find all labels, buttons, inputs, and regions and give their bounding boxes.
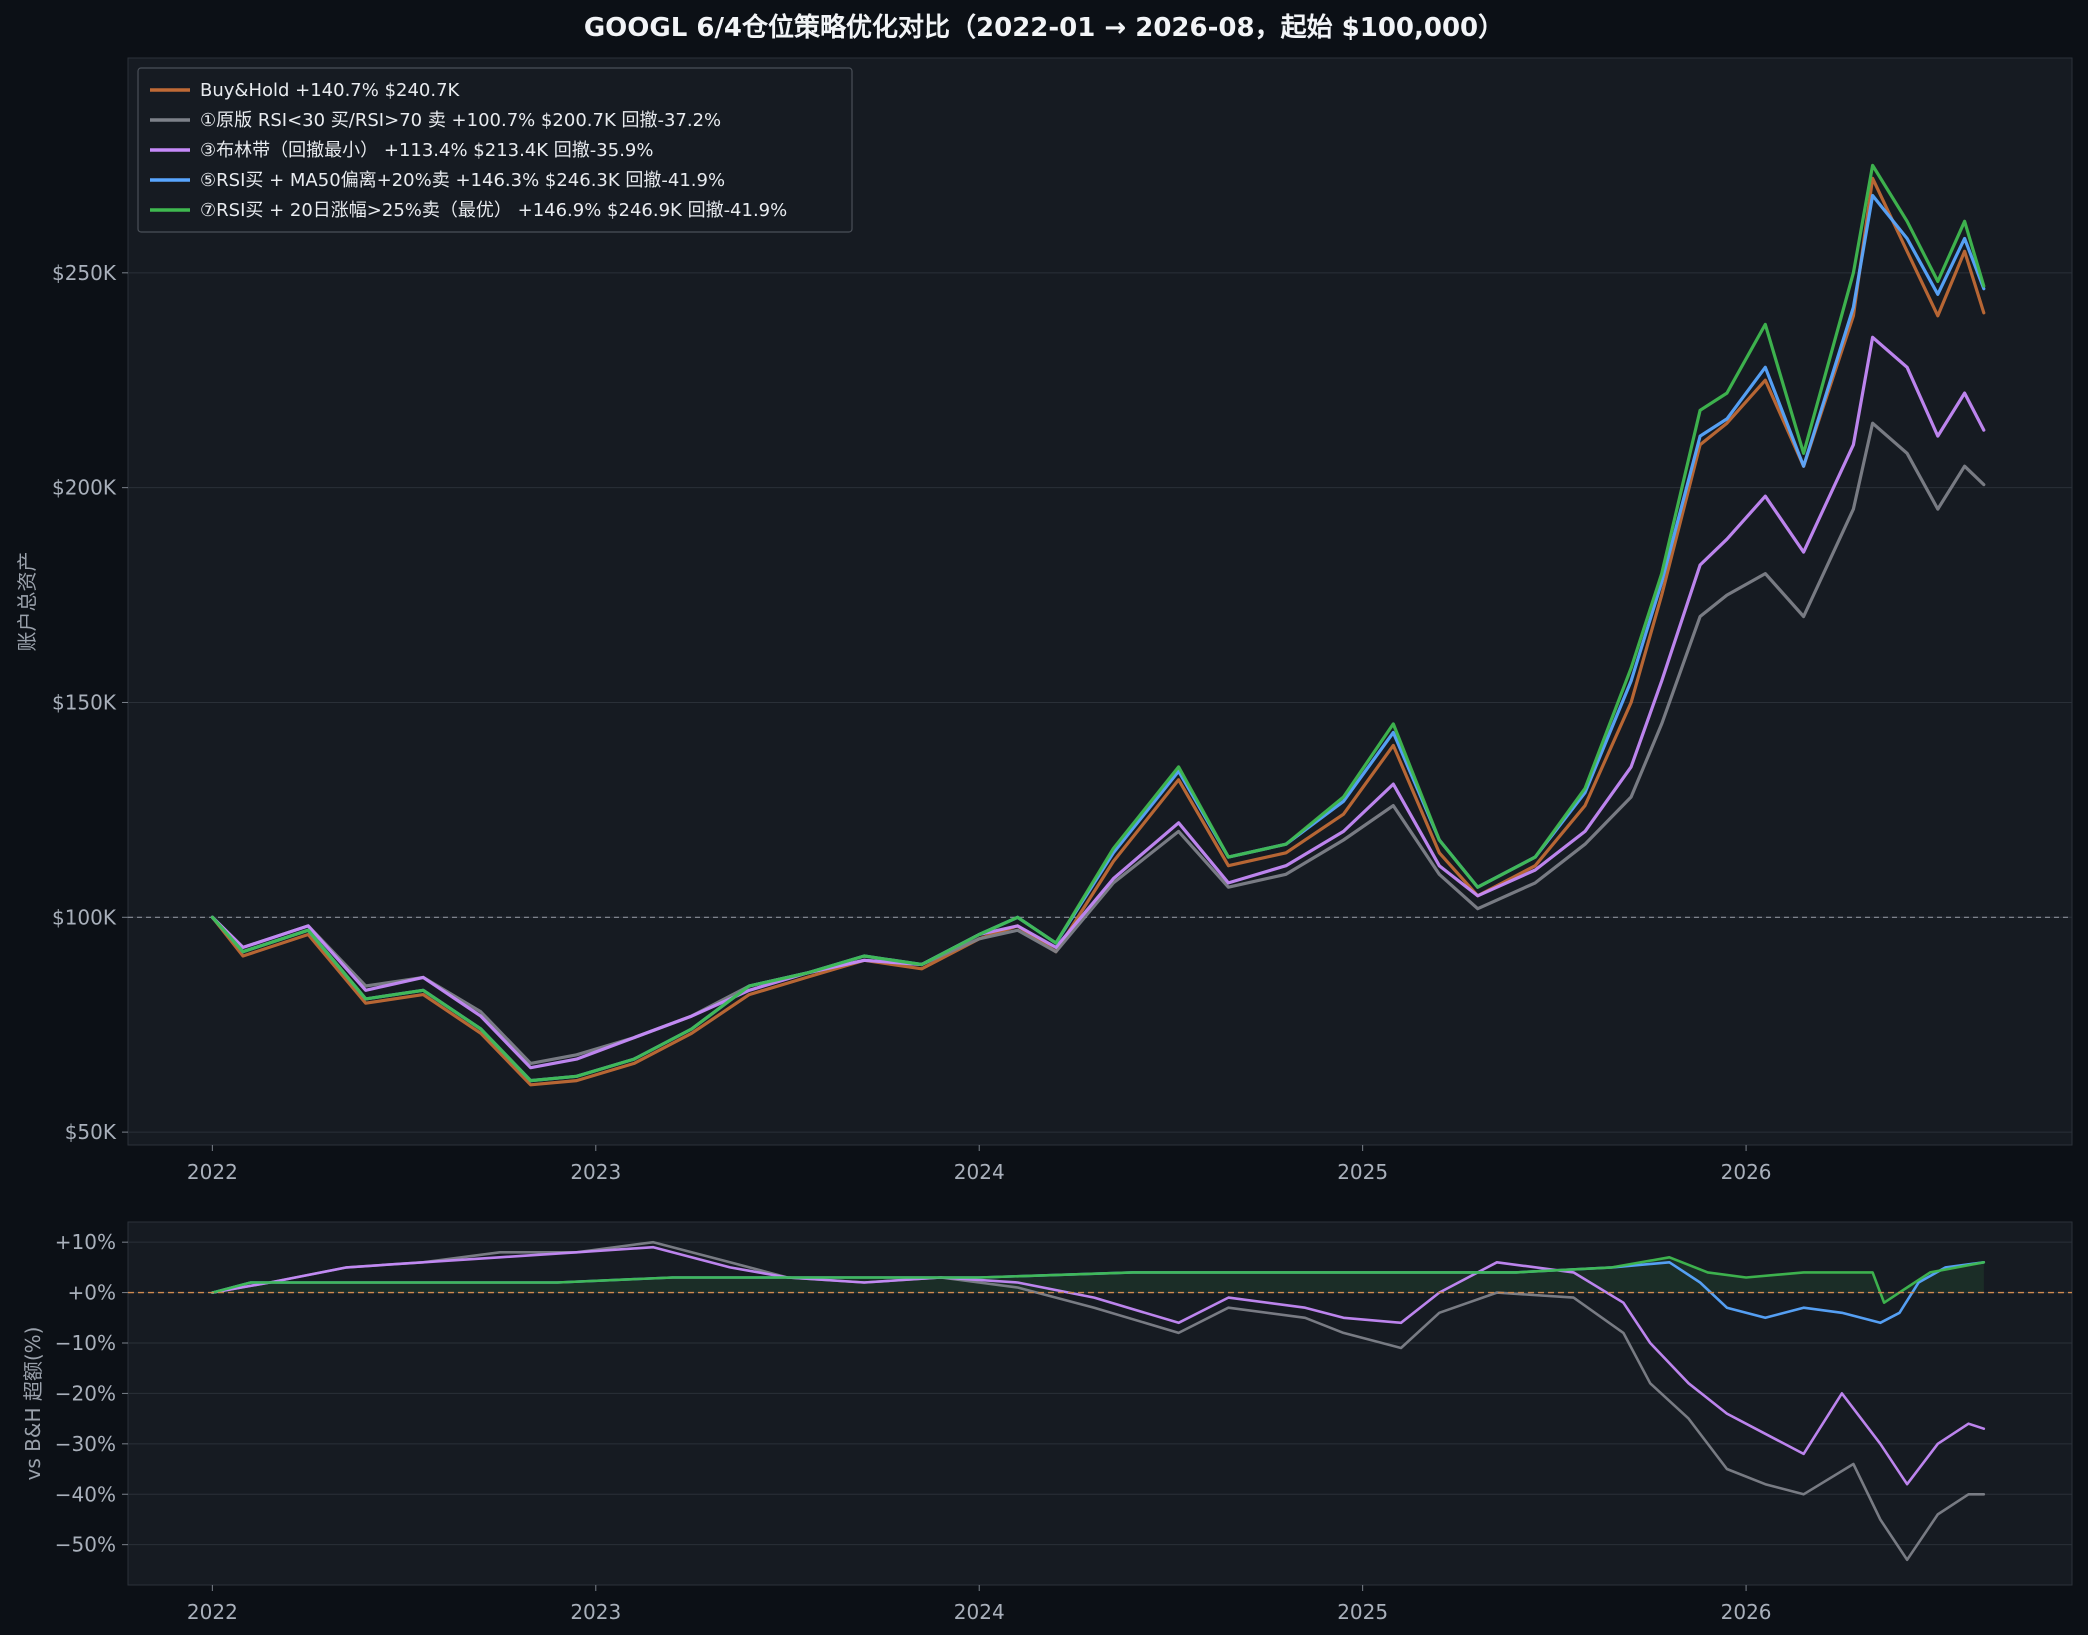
excess-x-tick-label: 2023 [570, 1600, 621, 1624]
excess-y-tick-label: −10% [55, 1331, 116, 1355]
equity-y-tick-label: $50K [65, 1120, 117, 1144]
excess-y-tick-label: +10% [55, 1230, 116, 1254]
excess-y-tick-label: +0% [68, 1281, 117, 1305]
excess-x-tick-label: 2025 [1337, 1600, 1388, 1624]
equity-y-axis-label: 账户总资产 [15, 552, 39, 652]
chart-figure: GOOGL 6/4仓位策略优化对比（2022-01 → 2026-08，起始 $… [0, 0, 2088, 1635]
equity-y-tick-label: $150K [52, 690, 117, 714]
excess-y-tick-label: −20% [55, 1381, 116, 1405]
legend-entry-buyhold: Buy&Hold +140.7% $240.7K [200, 80, 461, 101]
legend-entry-orig: ①原版 RSI<30 买/RSI>70 卖 +100.7% $200.7K 回撤… [200, 110, 721, 131]
chart-title: GOOGL 6/4仓位策略优化对比（2022-01 → 2026-08，起始 $… [584, 12, 1504, 43]
legend-entry-best: ⑦RSI买 + 20日涨幅>25%卖（最优） +146.9% $246.9K 回… [200, 200, 787, 221]
excess-y-tick-label: −50% [55, 1533, 116, 1557]
excess-y-tick-label: −40% [55, 1482, 116, 1506]
equity-x-tick-label: 2024 [954, 1160, 1005, 1184]
legend-entry-ma50: ⑤RSI买 + MA50偏离+20%卖 +146.3% $246.3K 回撤-4… [200, 170, 725, 191]
equity-x-tick-label: 2022 [187, 1160, 238, 1184]
equity-y-tick-label: $250K [52, 261, 117, 285]
excess-y-tick-label: −30% [55, 1432, 116, 1456]
legend-entry-boll: ③布林带（回撤最小） +113.4% $213.4K 回撤-35.9% [200, 140, 653, 161]
equity-y-tick-label: $200K [52, 476, 117, 500]
excess-y-axis-label: vs B&H 超额(%) [21, 1327, 45, 1481]
legend: Buy&Hold +140.7% $240.7K ①原版 RSI<30 买/RSI… [137, 67, 853, 233]
excess-x-tick-label: 2024 [954, 1600, 1005, 1624]
excess-x-tick-label: 2022 [187, 1600, 238, 1624]
equity-y-tick-label: $100K [52, 905, 117, 929]
equity-panel: $50K $100K $150K $200K $250K 2022 2023 2024 202… [15, 57, 2073, 1184]
equity-x-tick-label: 2023 [570, 1160, 621, 1184]
excess-panel: +10% +0% −10% −20% −30% −40% −50% 2022 2023 2024… [21, 1221, 2073, 1624]
equity-x-tick-label: 2025 [1337, 1160, 1388, 1184]
equity-x-tick-label: 2026 [1721, 1160, 1772, 1184]
excess-x-tick-label: 2026 [1721, 1600, 1772, 1624]
